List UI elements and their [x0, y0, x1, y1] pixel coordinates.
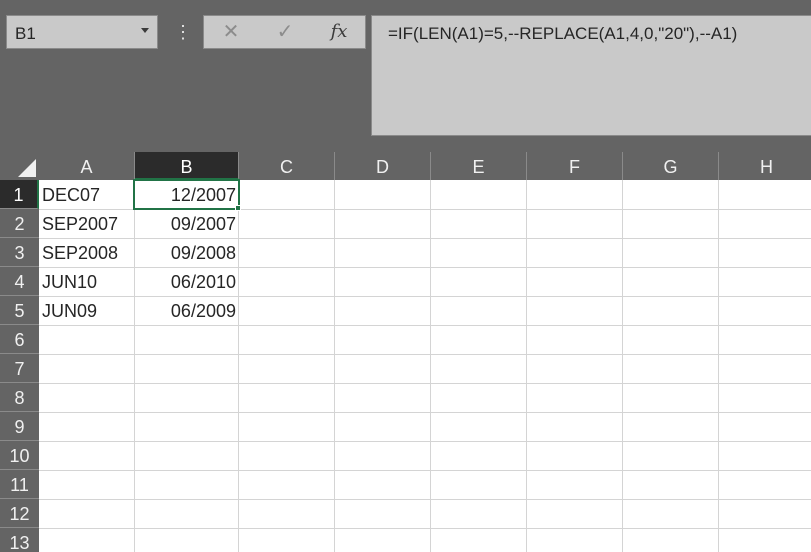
column-header-e[interactable]: E: [431, 152, 527, 180]
row-header-5[interactable]: 5: [0, 296, 39, 325]
cell-b5[interactable]: 06/2009: [135, 296, 236, 325]
gridline: [39, 354, 811, 355]
gridline: [39, 499, 811, 500]
cell-a1[interactable]: DEC07: [42, 180, 134, 209]
select-all-icon: [18, 159, 36, 177]
gridline: [39, 412, 811, 413]
column-header-c[interactable]: C: [239, 152, 335, 180]
gridline: [526, 180, 527, 552]
cancel-icon[interactable]: ✕: [204, 16, 258, 48]
formula-text: =IF(LEN(A1)=5,--REPLACE(A1,4,0,"20"),--A…: [388, 24, 738, 43]
row-header-6[interactable]: 6: [0, 325, 39, 354]
cell-a5[interactable]: JUN09: [42, 296, 134, 325]
more-options-icon[interactable]: ⋮: [174, 18, 192, 48]
formula-bar[interactable]: =IF(LEN(A1)=5,--REPLACE(A1,4,0,"20"),--A…: [371, 15, 811, 136]
row-header-4[interactable]: 4: [0, 267, 39, 296]
cell-a3[interactable]: SEP2008: [42, 238, 134, 267]
row-header-13[interactable]: 13: [0, 528, 39, 552]
cell-b3[interactable]: 09/2008: [135, 238, 236, 267]
row-header-2[interactable]: 2: [0, 209, 39, 238]
gridline: [39, 383, 811, 384]
row-header-1[interactable]: 1: [0, 180, 39, 209]
column-header-d[interactable]: D: [335, 152, 431, 180]
gridline: [39, 441, 811, 442]
gridline: [718, 180, 719, 552]
row-header-9[interactable]: 9: [0, 412, 39, 441]
gridline: [238, 180, 239, 552]
gridline: [39, 528, 811, 529]
active-cell-border: [133, 179, 240, 210]
fill-handle[interactable]: [235, 205, 241, 211]
name-box-value: B1: [15, 24, 36, 43]
column-header-g[interactable]: G: [623, 152, 719, 180]
cell-a4[interactable]: JUN10: [42, 267, 134, 296]
cell-b2[interactable]: 09/2007: [135, 209, 236, 238]
cell-a2[interactable]: SEP2007: [42, 209, 134, 238]
column-header-b[interactable]: B: [135, 152, 239, 180]
gridline: [622, 180, 623, 552]
row-header-8[interactable]: 8: [0, 383, 39, 412]
cell-b4[interactable]: 06/2010: [135, 267, 236, 296]
formula-buttons: ✕ ✓ fx: [203, 15, 366, 49]
enter-icon[interactable]: ✓: [258, 16, 312, 48]
row-header-12[interactable]: 12: [0, 499, 39, 528]
column-header-f[interactable]: F: [527, 152, 623, 180]
gridline: [39, 325, 811, 326]
column-header-a[interactable]: A: [39, 152, 135, 180]
row-header-3[interactable]: 3: [0, 238, 39, 267]
row-header-10[interactable]: 10: [0, 441, 39, 470]
spreadsheet-grid[interactable]: A B C D E F G H 1 2 3 4 5 6 7 8 9 10 11 …: [0, 152, 811, 552]
gridline: [430, 180, 431, 552]
row-header-7[interactable]: 7: [0, 354, 39, 383]
name-box[interactable]: B1: [6, 15, 158, 49]
chevron-down-icon[interactable]: [141, 28, 149, 33]
select-all-button[interactable]: [0, 152, 39, 180]
gridline: [334, 180, 335, 552]
insert-function-icon[interactable]: fx: [312, 16, 366, 48]
row-header-11[interactable]: 11: [0, 470, 39, 499]
gridline: [39, 470, 811, 471]
column-header-h[interactable]: H: [719, 152, 811, 180]
